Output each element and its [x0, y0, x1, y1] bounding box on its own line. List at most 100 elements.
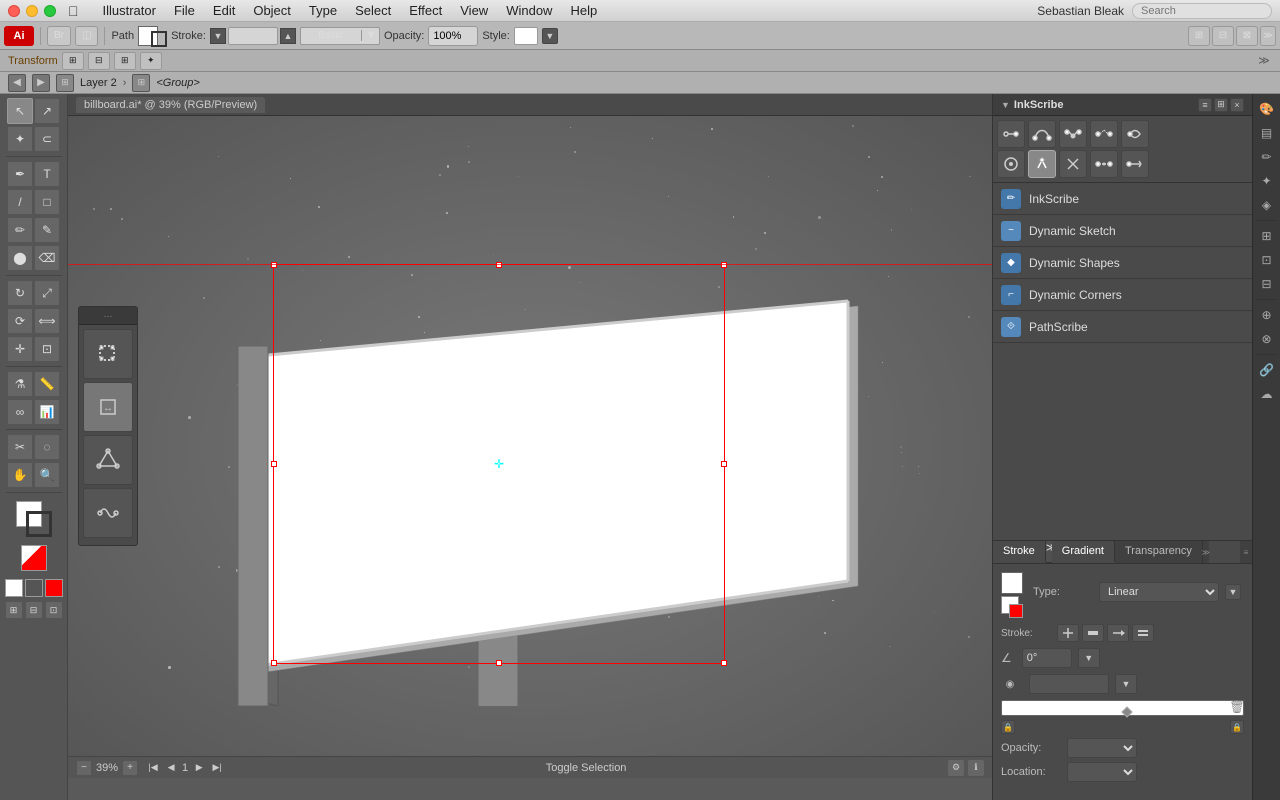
stroke-weight-up[interactable]: ▲ — [280, 28, 296, 44]
nav-next[interactable]: ▶ — [192, 761, 206, 775]
pen-tool[interactable]: ✒ — [7, 161, 33, 187]
rect-tool[interactable]: □ — [34, 189, 60, 215]
plugin-dynamic-sketch[interactable]: ~ Dynamic Sketch — [993, 215, 1252, 247]
menu-view[interactable]: View — [452, 2, 496, 19]
inkscribe-close[interactable]: ⊞ — [1214, 98, 1228, 112]
inkscribe-close-tool[interactable] — [1121, 120, 1149, 148]
breadcrumb-layer[interactable]: Layer 2 — [80, 77, 117, 89]
hand-tool[interactable]: ✋ — [7, 462, 33, 488]
menu-help[interactable]: Help — [562, 2, 605, 19]
maximize-button[interactable] — [44, 5, 56, 17]
breadcrumb-group[interactable]: <Group> — [156, 77, 199, 89]
nav-last[interactable]: ▶| — [210, 761, 224, 775]
plugin-pathscribe[interactable]: ⟐ PathScribe — [993, 311, 1252, 343]
group-icon[interactable]: ⊞ — [132, 74, 150, 92]
eraser-tool2[interactable]: ◌ — [34, 434, 60, 460]
angle-input[interactable] — [1022, 648, 1072, 668]
back-button[interactable]: ◀ — [8, 74, 26, 92]
red-swatch[interactable] — [45, 579, 63, 597]
nav-first[interactable]: |◀ — [146, 761, 160, 775]
gray-swatch[interactable] — [25, 579, 43, 597]
selection-tool[interactable]: ↖ — [7, 98, 33, 124]
align-button[interactable]: ⊟ — [1212, 26, 1234, 46]
eyedropper-tool[interactable]: ⚗ — [7, 371, 33, 397]
menu-edit[interactable]: Edit — [205, 2, 243, 19]
free-transform-tool[interactable]: ⊡ — [34, 336, 60, 362]
align-icon[interactable]: ⊞ — [1256, 225, 1278, 247]
plugin-dynamic-shapes[interactable]: ◆ Dynamic Shapes — [993, 247, 1252, 279]
graphic-styles-icon[interactable]: ◈ — [1256, 194, 1278, 216]
pathfinder-icon[interactable]: ⊟ — [1256, 273, 1278, 295]
blob-tool[interactable]: ⬤ — [7, 245, 33, 271]
close-button[interactable] — [8, 5, 20, 17]
menu-illustrator[interactable]: Illustrator — [95, 2, 164, 19]
symbols-icon[interactable]: ✦ — [1256, 170, 1278, 192]
inkscribe-expand[interactable]: ≡ — [1198, 98, 1212, 112]
stop-btn-1[interactable] — [1057, 624, 1079, 642]
links-icon[interactable]: 🔗 — [1256, 359, 1278, 381]
transform-icon-3[interactable]: ⊞ — [114, 52, 136, 70]
inkscribe-target-tool[interactable] — [997, 150, 1025, 178]
stop-btn-2[interactable] — [1082, 624, 1104, 642]
tab-stroke[interactable]: Stroke — [993, 541, 1046, 563]
menu-select[interactable]: Select — [347, 2, 399, 19]
width-tool[interactable]: ⟺ — [34, 308, 60, 334]
minimize-button[interactable] — [26, 5, 38, 17]
menu-effect[interactable]: Effect — [401, 2, 450, 19]
panel-menu-btn[interactable]: ≡ — [1240, 541, 1252, 563]
stroke-weight-field[interactable] — [228, 27, 278, 45]
zoom-tool[interactable]: 🔍 — [34, 462, 60, 488]
plugin-dynamic-corners[interactable]: ⌐ Dynamic Corners — [993, 279, 1252, 311]
zoom-out-button[interactable]: − — [76, 760, 92, 776]
chart-tool[interactable]: 📊 — [34, 399, 60, 425]
transform-icon-2[interactable]: ⊟ — [88, 52, 110, 70]
stroke-swatch[interactable] — [151, 31, 167, 47]
gradient-stroke-swatch-fg[interactable] — [1009, 604, 1023, 618]
stroke-profile[interactable]: Basic ▼ — [300, 27, 380, 45]
itp-warp[interactable] — [83, 488, 133, 538]
puppet-tool[interactable]: ✛ — [7, 336, 33, 362]
transform-button[interactable]: ⊠ — [1236, 26, 1258, 46]
gradient-type-select[interactable]: Linear — [1099, 582, 1219, 602]
itp-transform[interactable]: ↔ — [83, 382, 133, 432]
inkscribe-line-tool[interactable] — [1121, 150, 1149, 178]
type-tool[interactable]: T — [34, 161, 60, 187]
white-swatch[interactable] — [5, 579, 23, 597]
stop-btn-4[interactable] — [1132, 624, 1154, 642]
gradient-stop-right[interactable]: 🔒 — [1230, 720, 1244, 734]
gradient-stop-left[interactable]: 🔒 — [1001, 720, 1015, 734]
swatches-icon[interactable]: ▤ — [1256, 122, 1278, 144]
menu-object[interactable]: Object — [245, 2, 299, 19]
cc-libraries-icon[interactable]: ☁ — [1256, 383, 1278, 405]
screen-mode-2[interactable]: ⊟ — [25, 601, 43, 619]
style-dropdown[interactable]: ▼ — [542, 28, 558, 44]
inkscribe-anchor-tool[interactable] — [997, 120, 1025, 148]
inkscribe-corner-tool[interactable] — [1059, 120, 1087, 148]
offset-field[interactable] — [1029, 674, 1109, 694]
itp-selection[interactable] — [83, 329, 133, 379]
lasso-tool[interactable]: ⊂ — [34, 126, 60, 152]
location-select[interactable] — [1067, 762, 1137, 782]
rotate-tool[interactable]: ↻ — [7, 280, 33, 306]
paintbrush-tool[interactable]: ✏ — [7, 217, 33, 243]
layers-icon[interactable]: ⊕ — [1256, 304, 1278, 326]
menu-window[interactable]: Window — [498, 2, 560, 19]
layer-icon[interactable]: ⊞ — [56, 74, 74, 92]
arrange-button[interactable]: ⊞ — [1188, 26, 1210, 46]
inkscribe-header[interactable]: ▼ InkScribe ≡ ⊞ × — [993, 94, 1252, 116]
inkscribe-pin[interactable]: × — [1230, 98, 1244, 112]
transform-label[interactable]: Transform — [8, 55, 58, 67]
canvas-settings[interactable]: ⚙ — [948, 760, 964, 776]
screen-mode-1[interactable]: ⊞ — [5, 601, 23, 619]
forward-button[interactable]: ▶ — [32, 74, 50, 92]
plugin-inkscribe[interactable]: ✏ InkScribe — [993, 183, 1252, 215]
menu-type[interactable]: Type — [301, 2, 345, 19]
erase-tool[interactable]: ⌫ — [34, 245, 60, 271]
stroke-weight-down[interactable]: ▼ — [210, 28, 226, 44]
gradient-midpoint[interactable] — [1121, 706, 1132, 717]
inkscribe-smooth-tool[interactable] — [1028, 120, 1056, 148]
brushes-icon[interactable]: ✏ — [1256, 146, 1278, 168]
artboards-icon[interactable]: ⊗ — [1256, 328, 1278, 350]
slice-tool[interactable]: ✂ — [7, 434, 33, 460]
delete-stop-btn[interactable]: 🗑 — [1230, 700, 1244, 714]
